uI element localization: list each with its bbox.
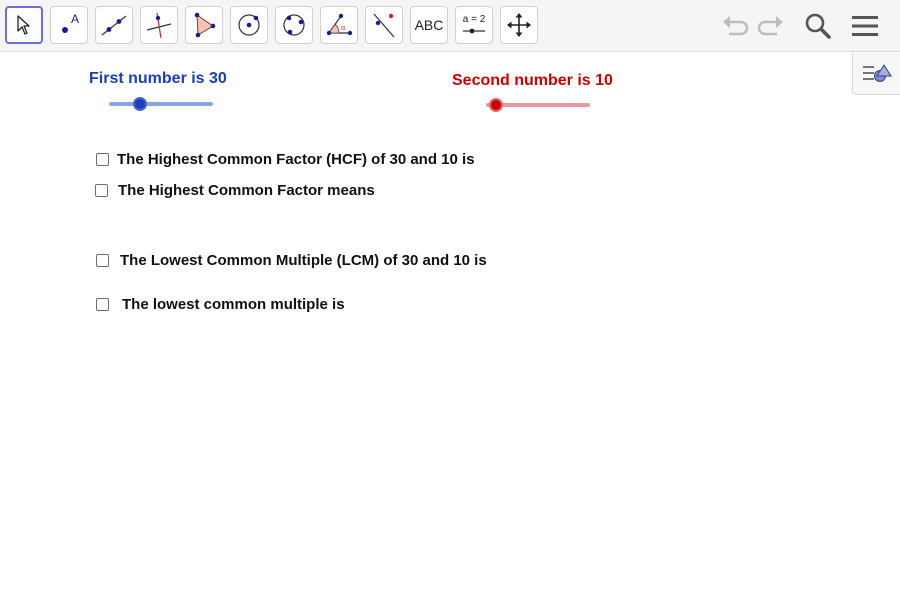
- hamburger-menu-icon: [852, 16, 878, 36]
- geogebra-app: A α ABC a = 2 First number is 30 Second …: [0, 0, 900, 600]
- first-number-slider-track[interactable]: [109, 102, 213, 106]
- toolbar: A α ABC a = 2: [0, 0, 900, 52]
- perpendicular-line-tool-button[interactable]: [140, 6, 178, 44]
- polygon-tool-button[interactable]: [185, 6, 223, 44]
- angle-icon: α: [326, 13, 353, 36]
- redo-icon: [757, 16, 783, 36]
- reflect-line-icon: [373, 13, 395, 38]
- svg-text:A: A: [71, 12, 79, 26]
- lcm-means-checkbox-row: The lowest common multiple is: [96, 296, 345, 313]
- circle-three-points-tool-button[interactable]: [275, 6, 313, 44]
- algebra-view-icon: [862, 63, 892, 82]
- lcm-means-checkbox-label: The lowest common multiple is: [122, 296, 345, 313]
- lcm-checkbox-label: The Lowest Common Multiple (LCM) of 30 a…: [120, 252, 487, 269]
- second-number-label: Second number is 10: [452, 72, 613, 89]
- hcf-checkbox[interactable]: [96, 153, 109, 166]
- point-tool-button[interactable]: A: [50, 6, 88, 44]
- line-tool-button[interactable]: [95, 6, 133, 44]
- first-number-slider-knob[interactable]: [133, 97, 148, 111]
- algebra-view-toggle[interactable]: [852, 53, 900, 95]
- slider-tool-button[interactable]: a = 2: [455, 6, 493, 44]
- second-number-slider-knob[interactable]: [489, 98, 504, 112]
- main-menu-button[interactable]: [848, 10, 882, 42]
- arrow-cursor-icon: [17, 15, 30, 35]
- first-number-label: First number is 30: [89, 70, 227, 87]
- hcf-checkbox-label: The Highest Common Factor (HCF) of 30 an…: [117, 151, 475, 168]
- point-A-icon: A: [62, 12, 79, 33]
- polygon-icon: [194, 12, 216, 38]
- angle-tool-button[interactable]: α: [320, 6, 358, 44]
- perpendicular-line-icon: [146, 12, 172, 39]
- hcf-means-checkbox-label: The Highest Common Factor means: [118, 182, 375, 199]
- lcm-means-checkbox[interactable]: [96, 298, 109, 311]
- circle-center-point-icon: [238, 14, 260, 36]
- move-graphics-view-tool-button[interactable]: [500, 6, 538, 44]
- search-icon: [805, 13, 831, 39]
- lcm-checkbox-row: The Lowest Common Multiple (LCM) of 30 a…: [96, 252, 487, 269]
- lcm-checkbox[interactable]: [96, 254, 109, 267]
- text-tool-button[interactable]: ABC: [410, 6, 448, 44]
- hcf-checkbox-row: The Highest Common Factor (HCF) of 30 an…: [96, 151, 475, 168]
- undo-icon: [723, 16, 749, 36]
- move-tool-button[interactable]: [5, 6, 43, 44]
- search-button[interactable]: [801, 10, 835, 42]
- move-arrows-icon: [507, 13, 531, 37]
- slider-icon-label: a = 2: [462, 14, 486, 25]
- svg-text:α: α: [341, 25, 345, 32]
- redo-button[interactable]: [754, 10, 788, 42]
- hcf-means-checkbox-row: The Highest Common Factor means: [95, 182, 375, 199]
- circle-tool-button[interactable]: [230, 6, 268, 44]
- undo-button[interactable]: [718, 10, 752, 42]
- hcf-means-checkbox[interactable]: [95, 184, 108, 197]
- text-icon: ABC: [414, 17, 444, 33]
- reflect-tool-button[interactable]: [365, 6, 403, 44]
- line-through-points-icon: [101, 15, 127, 36]
- circle-three-points-icon: [283, 14, 305, 36]
